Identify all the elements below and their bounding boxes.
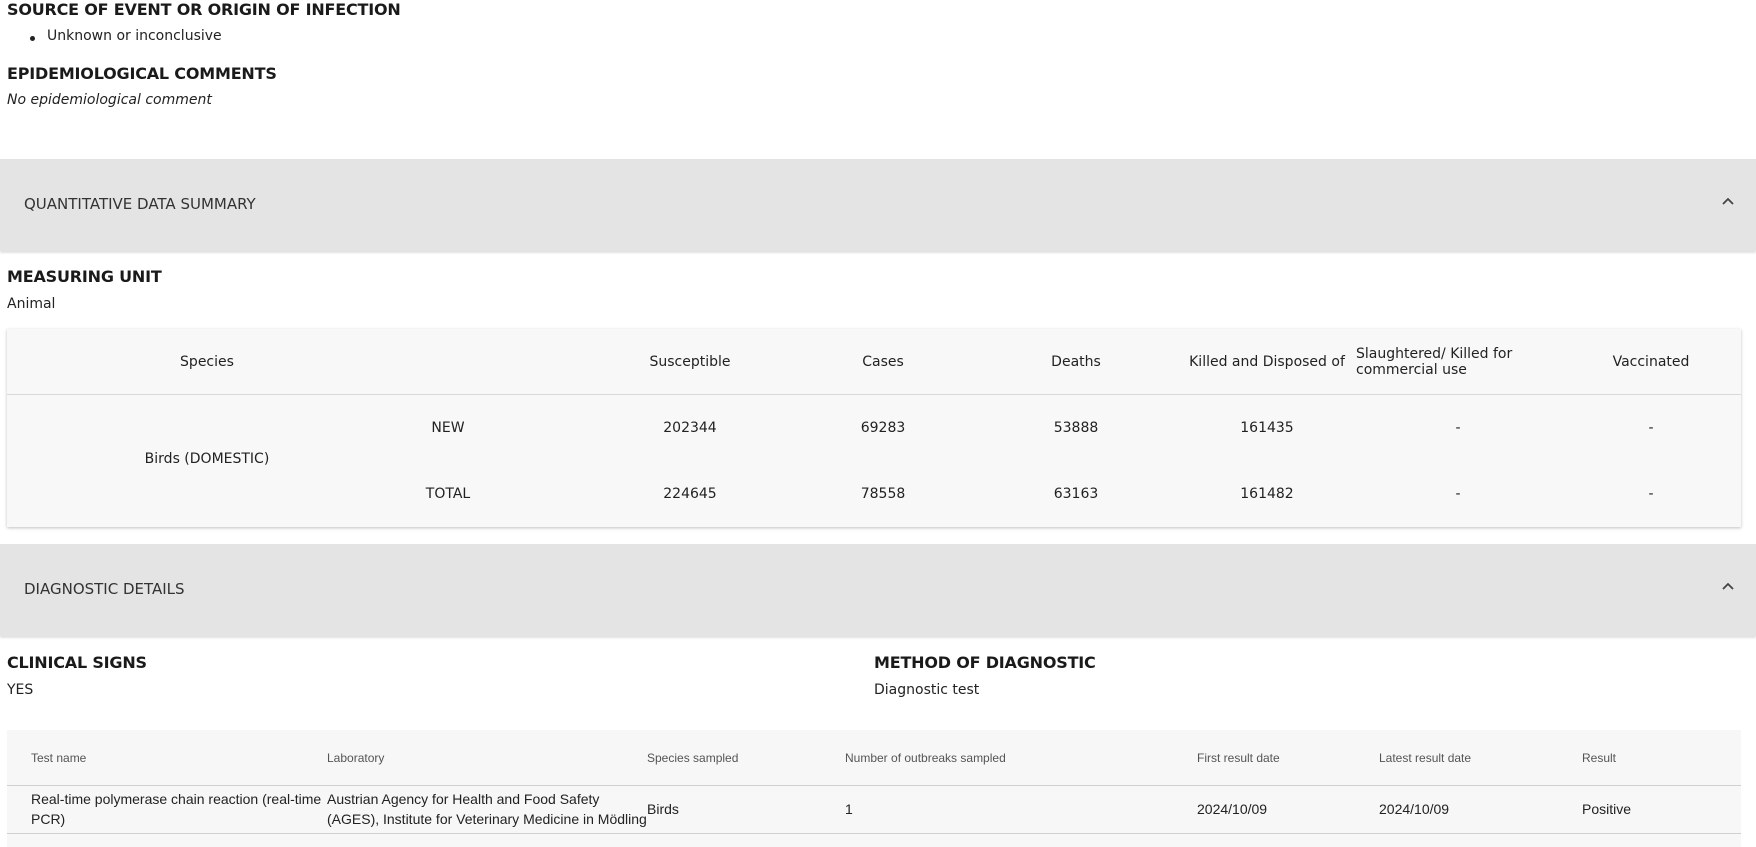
vaccinated-cell: -	[1648, 486, 1654, 502]
killed-cell: 161435	[1240, 420, 1294, 436]
measuring-unit-heading: MEASURING UNIT	[7, 267, 162, 286]
deaths-cell: 63163	[1053, 486, 1099, 502]
source-list-item: Unknown or inconclusive	[28, 28, 222, 44]
outbreaks-cell: 1	[845, 801, 853, 817]
cases-cell: 78558	[860, 486, 906, 502]
source-list: Unknown or inconclusive	[28, 28, 222, 44]
row-divider	[7, 833, 1741, 834]
col-deaths: Deaths	[1051, 354, 1101, 370]
col-susceptible: Susceptible	[649, 354, 731, 370]
col-species-sampled: Species sampled	[647, 751, 739, 765]
epi-heading: EPIDEMIOLOGICAL COMMENTS	[7, 64, 277, 83]
laboratory-cell: Austrian Agency for Health and Food Safe…	[327, 791, 647, 827]
species-cell: Birds (DOMESTIC)	[144, 451, 270, 467]
col-latest-date: Latest result date	[1379, 751, 1472, 765]
source-heading: SOURCE OF EVENT OR ORIGIN OF INFECTION	[7, 0, 401, 19]
result-cell: Positive	[1582, 801, 1632, 817]
diagnostic-panel-title: DIAGNOSTIC DETAILS	[24, 580, 185, 598]
col-test-name: Test name	[31, 751, 87, 765]
col-slaughtered: Slaughtered/ Killed for commercial use	[1356, 346, 1513, 378]
slaughtered-cell: -	[1455, 486, 1461, 502]
chevron-up-icon[interactable]	[1718, 576, 1738, 596]
col-laboratory: Laboratory	[327, 751, 385, 765]
cases-cell: 69283	[860, 420, 906, 436]
col-result: Result	[1582, 751, 1617, 765]
quantitative-table-header: Species Susceptible Cases Deaths Killed …	[7, 329, 1741, 395]
measuring-unit-value: Animal	[7, 296, 56, 312]
clinical-signs-value: YES	[7, 682, 34, 698]
quantitative-panel-title: QUANTITATIVE DATA SUMMARY	[24, 195, 256, 213]
quantitative-panel-header[interactable]: QUANTITATIVE DATA SUMMARY	[0, 159, 1756, 251]
slaughtered-cell: -	[1455, 420, 1461, 436]
col-killed: Killed and Disposed of	[1189, 354, 1345, 370]
col-species: Species	[180, 354, 234, 370]
diagnostic-table-header: Test name Laboratory Species sampled Num…	[7, 730, 1741, 786]
method-heading: METHOD OF DIAGNOSTIC	[874, 653, 1096, 672]
row-type: NEW	[431, 420, 465, 436]
susceptible-cell: 224645	[663, 486, 717, 502]
test-name-cell: Real-time polymerase chain reaction (rea…	[31, 791, 322, 827]
first-date-cell: 2024/10/09	[1197, 801, 1268, 817]
clinical-signs-heading: CLINICAL SIGNS	[7, 653, 147, 672]
row-type: TOTAL	[425, 486, 471, 502]
diagnostic-panel-header[interactable]: DIAGNOSTIC DETAILS	[0, 544, 1756, 636]
killed-cell: 161482	[1240, 486, 1294, 502]
method-value: Diagnostic test	[874, 682, 980, 698]
quantitative-table: Species Susceptible Cases Deaths Killed …	[7, 329, 1741, 527]
diagnostic-table: Test name Laboratory Species sampled Num…	[7, 730, 1741, 847]
species-sampled-cell: Birds	[647, 801, 679, 817]
vaccinated-cell: -	[1648, 420, 1654, 436]
deaths-cell: 53888	[1053, 420, 1099, 436]
col-vaccinated: Vaccinated	[1612, 354, 1690, 370]
latest-date-cell: 2024/10/09	[1379, 801, 1450, 817]
col-outbreaks: Number of outbreaks sampled	[845, 751, 1006, 765]
epi-comment: No epidemiological comment	[7, 92, 212, 108]
col-first-date: First result date	[1197, 751, 1280, 765]
chevron-up-icon[interactable]	[1718, 191, 1738, 211]
col-cases: Cases	[862, 354, 904, 370]
susceptible-cell: 202344	[663, 420, 717, 436]
